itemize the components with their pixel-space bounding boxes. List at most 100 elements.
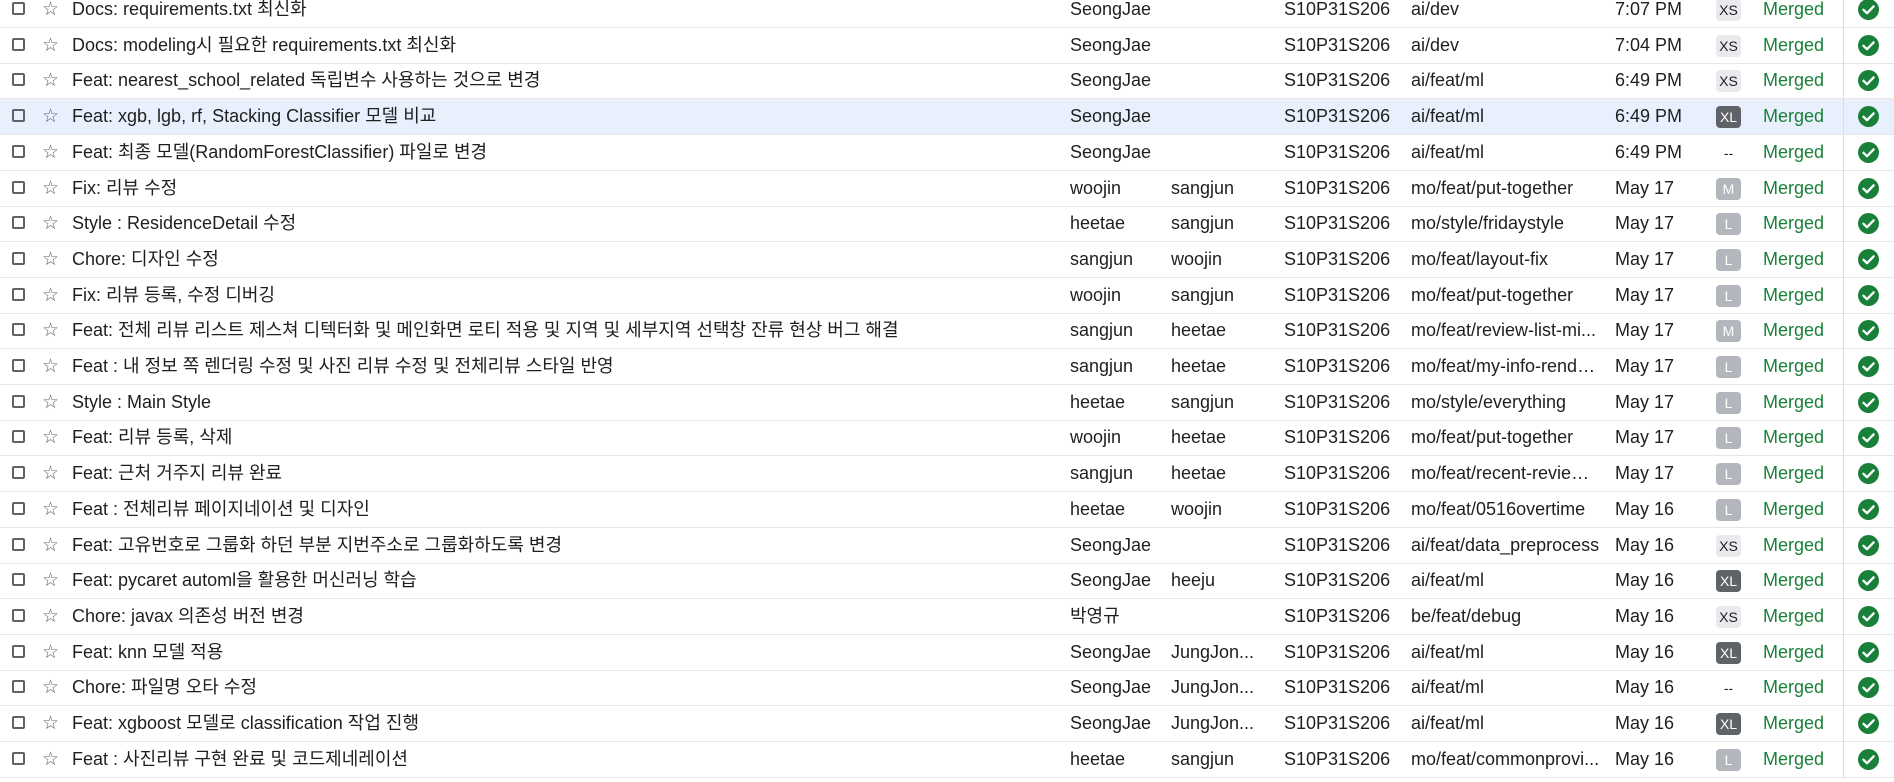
repo-name[interactable]: S10P31S206 <box>1284 563 1404 598</box>
change-subject-link[interactable]: Chore: 디자인 수정 <box>72 242 1062 277</box>
change-subject-link[interactable]: Fix: 리뷰 수정 <box>72 171 1062 206</box>
change-row[interactable]: ☆ Docs: requirements.txt 최신화 SeongJae S10P3… <box>0 0 1894 28</box>
change-subject-link[interactable]: Docs: modeling시 필요한 requirements.txt 최신화 <box>72 28 1062 63</box>
change-row[interactable]: ☆ Feat: 전체 리뷰 리스트 제스쳐 디텍터화 및 메인화면 로티 적용 및… <box>0 313 1894 350</box>
repo-name[interactable]: S10P31S206 <box>1284 385 1404 420</box>
branch-name[interactable]: ai/feat/ml <box>1411 63 1601 98</box>
change-subject-link[interactable]: Feat : 전체리뷰 페이지네이션 및 디자인 <box>72 492 1062 527</box>
row-select-checkbox[interactable] <box>12 466 25 480</box>
change-subject-link[interactable]: Feat: 최종 모델(RandomForestClassifier) 파일로 … <box>72 135 1062 170</box>
row-select-checkbox[interactable] <box>12 573 25 587</box>
change-subject-link[interactable]: Style : ResidenceDetail 수정 <box>72 206 1062 241</box>
branch-name[interactable]: mo/feat/review-list-mi... <box>1411 313 1601 348</box>
row-select-checkbox[interactable] <box>12 644 25 658</box>
change-row[interactable]: ☆ Feat : 내 정보 쪽 렌더링 수정 및 사진 리뷰 수정 및 전체리뷰 … <box>0 349 1894 385</box>
star-icon[interactable]: ☆ <box>42 563 59 598</box>
change-subject-link[interactable]: Feat: pycaret automl을 활용한 머신러닝 학습 <box>72 563 1062 598</box>
star-icon[interactable]: ☆ <box>42 206 59 241</box>
branch-name[interactable]: ai/feat/ml <box>1411 706 1601 741</box>
reviewer-name[interactable] <box>1171 28 1261 63</box>
change-row[interactable]: ☆ Chore: 파일명 오타 수정 SeongJae JungJon... S10P3… <box>0 670 1894 707</box>
repo-name[interactable]: S10P31S206 <box>1284 278 1404 313</box>
branch-name[interactable]: mo/style/fridaystyle <box>1411 206 1601 241</box>
owner-name[interactable]: SeongJae <box>1070 99 1165 134</box>
change-row[interactable]: ☆ Chore: javax 의존성 버전 변경 박영규 S10P31S206 be/f… <box>0 598 1894 635</box>
owner-name[interactable]: 박영규 <box>1070 599 1165 634</box>
change-subject-link[interactable]: Feat : 내 정보 쪽 렌더링 수정 및 사진 리뷰 수정 및 전체리뷰 스… <box>72 349 1062 384</box>
repo-name[interactable]: S10P31S206 <box>1284 206 1404 241</box>
reviewer-name[interactable]: sangjun <box>1171 278 1261 313</box>
branch-name[interactable]: mo/feat/recent-review-... <box>1411 456 1601 491</box>
branch-name[interactable]: ai/feat/ml <box>1411 563 1601 598</box>
branch-name[interactable]: ai/feat/ml <box>1411 635 1601 670</box>
repo-name[interactable]: S10P31S206 <box>1284 456 1404 491</box>
change-row[interactable]: ☆ Feat : 사진리뷰 구현 완료 및 코드제네레이션 heetae sangju… <box>0 741 1894 778</box>
owner-name[interactable]: sangjun <box>1070 456 1165 491</box>
repo-name[interactable]: S10P31S206 <box>1284 63 1404 98</box>
repo-name[interactable]: S10P31S206 <box>1284 242 1404 277</box>
repo-name[interactable]: S10P31S206 <box>1284 492 1404 527</box>
row-select-checkbox[interactable] <box>12 109 25 123</box>
star-icon[interactable]: ☆ <box>42 0 59 27</box>
row-select-checkbox[interactable] <box>12 751 25 765</box>
reviewer-name[interactable]: JungJon... <box>1171 670 1261 705</box>
row-select-checkbox[interactable] <box>12 430 25 444</box>
row-select-checkbox[interactable] <box>12 359 25 372</box>
change-row[interactable]: ☆ Chore: 디자인 수정 sangjun woojin S10P31S206 mo/… <box>0 241 1894 278</box>
owner-name[interactable]: SeongJae <box>1070 563 1165 598</box>
star-icon[interactable]: ☆ <box>42 706 59 741</box>
branch-name[interactable]: mo/style/everything <box>1411 385 1601 420</box>
star-icon[interactable]: ☆ <box>42 349 59 384</box>
change-row[interactable]: ☆ Fix: 리뷰 등록, 수정 디버깅 woojin sangjun S10P31S2… <box>0 277 1894 314</box>
owner-name[interactable]: woojin <box>1070 278 1165 313</box>
reviewer-name[interactable]: JungJon... <box>1171 706 1261 741</box>
change-subject-link[interactable]: Feat: xgb, lgb, rf, Stacking Classifier … <box>72 99 1062 134</box>
owner-name[interactable]: SeongJae <box>1070 528 1165 563</box>
star-icon[interactable]: ☆ <box>42 456 59 491</box>
change-subject-link[interactable]: Feat: nearest_school_related 독립변수 사용하는 것… <box>72 63 1062 98</box>
reviewer-name[interactable]: heetae <box>1171 456 1261 491</box>
branch-name[interactable]: ai/dev <box>1411 28 1601 63</box>
row-select-checkbox[interactable] <box>12 37 25 51</box>
repo-name[interactable]: S10P31S206 <box>1284 670 1404 705</box>
owner-name[interactable]: SeongJae <box>1070 635 1165 670</box>
row-select-checkbox[interactable] <box>12 716 25 729</box>
change-row[interactable]: ☆ Feat: 근처 거주지 리뷰 완료 sangjun heetae S10P31S2… <box>0 456 1894 493</box>
branch-name[interactable]: mo/feat/put-together <box>1411 278 1601 313</box>
branch-name[interactable]: ai/feat/ml <box>1411 99 1601 134</box>
repo-name[interactable]: S10P31S206 <box>1284 420 1404 455</box>
reviewer-name[interactable]: woojin <box>1171 492 1261 527</box>
row-select-checkbox[interactable] <box>12 680 25 694</box>
reviewer-name[interactable] <box>1171 135 1261 170</box>
repo-name[interactable]: S10P31S206 <box>1284 528 1404 563</box>
change-subject-link[interactable]: Feat: 리뷰 등록, 삭제 <box>72 420 1062 455</box>
row-select-checkbox[interactable] <box>12 144 25 158</box>
branch-name[interactable]: mo/feat/layout-fix <box>1411 242 1601 277</box>
branch-name[interactable]: mo/feat/put-together <box>1411 420 1601 455</box>
repo-name[interactable]: S10P31S206 <box>1284 135 1404 170</box>
change-row[interactable]: ☆ Feat: xgb, lgb, rf, Stacking Classifier… <box>0 99 1894 136</box>
reviewer-name[interactable]: sangjun <box>1171 742 1261 777</box>
row-select-checkbox[interactable] <box>12 608 25 622</box>
repo-name[interactable]: S10P31S206 <box>1284 599 1404 634</box>
reviewer-name[interactable]: heetae <box>1171 420 1261 455</box>
branch-name[interactable]: mo/feat/put-together <box>1411 171 1601 206</box>
star-icon[interactable]: ☆ <box>42 278 59 313</box>
change-row[interactable]: ☆ Feat: pycaret automl을 활용한 머신러닝 학습 SeongJ… <box>0 563 1894 600</box>
owner-name[interactable]: SeongJae <box>1070 670 1165 705</box>
branch-name[interactable]: mo/feat/0516overtime <box>1411 492 1601 527</box>
owner-name[interactable]: SeongJae <box>1070 0 1165 27</box>
repo-name[interactable]: S10P31S206 <box>1284 313 1404 348</box>
owner-name[interactable]: sangjun <box>1070 349 1165 384</box>
change-row[interactable]: ☆ Docs: modeling시 필요한 requirements.txt 최신… <box>0 27 1894 64</box>
star-icon[interactable]: ☆ <box>42 313 59 348</box>
change-subject-link[interactable]: Chore: javax 의존성 버전 변경 <box>72 599 1062 634</box>
change-subject-link[interactable]: Style : Main Style <box>72 385 1062 420</box>
row-select-checkbox[interactable] <box>12 251 25 265</box>
star-icon[interactable]: ☆ <box>42 670 59 705</box>
row-select-checkbox[interactable] <box>12 180 25 194</box>
star-icon[interactable]: ☆ <box>42 385 59 420</box>
owner-name[interactable]: SeongJae <box>1070 28 1165 63</box>
branch-name[interactable]: ai/feat/ml <box>1411 135 1601 170</box>
change-row[interactable]: ☆ Fix: 리뷰 수정 woojin sangjun S10P31S206 mo/fea… <box>0 170 1894 207</box>
